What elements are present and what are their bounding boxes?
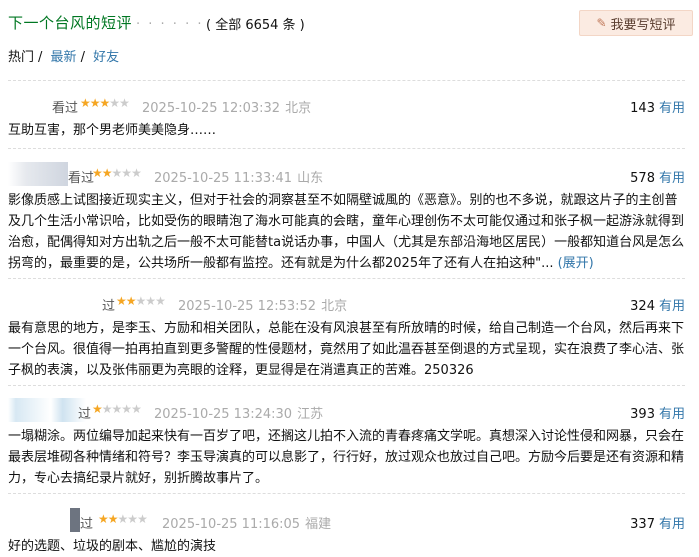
rating-stars: ★★★★★ [92,166,142,180]
rating-stars: ★★★★★ [116,294,166,308]
star-filled-icon: ★ [101,166,113,180]
divider [8,278,685,279]
star-empty-icon: ★ [109,96,120,110]
review-content: 一塌糊涂。两位编导加起来快有一百岁了吧，还搁这儿拍不入流的青春疼痛文学呢。真想深… [8,429,685,486]
star-filled-icon: ★ [125,294,137,308]
useful-button[interactable]: 有用 [659,407,685,422]
star-empty-icon: ★ [119,96,130,110]
avatar[interactable] [8,398,86,422]
divider [8,493,685,494]
vote-count: 324 [630,299,655,314]
vote-count: 393 [630,407,655,422]
star-filled-icon: ★ [99,96,111,110]
review-content: 互助互害，那个男老师美美隐身…… [8,123,217,138]
review-location: 江苏 [297,407,324,422]
divider [8,148,685,149]
review-status: 过 [78,407,92,422]
review-time: 2025-10-25 12:53:52 北京 [178,299,348,314]
vote-area: 324 有用 [630,295,685,314]
vote-count: 337 [630,517,655,532]
review-location: 北京 [285,101,312,116]
comment-count: ( 全部 6654 条 ) [206,18,305,33]
pencil-icon: ✎ [596,16,607,30]
title-dots: · · · · · · [136,17,204,32]
vote-count: 143 [630,101,655,116]
star-filled-icon: ★ [116,294,127,308]
sort-filters: 热门 / 最新 / 好友 [8,46,119,65]
page-title: 下一个台风的短评 · · · · · · [8,14,204,32]
star-empty-icon: ★ [101,402,113,416]
star-empty-icon: ★ [127,512,138,526]
useful-button[interactable]: 有用 [659,299,685,314]
review-content: 最有意思的地方，是李玉、方励和相关团队，总能在没有风浪甚至有所放晴的时候，给自己… [8,321,685,378]
rating-stars: ★★★★★ [98,512,148,526]
vote-area: 393 有用 [630,403,685,422]
filter-latest[interactable]: 最新 [51,50,77,65]
review-status: 看过 [68,171,95,186]
review-time: 2025-10-25 11:16:05 福建 [162,517,332,532]
rating-stars: ★★★★★ [80,96,130,110]
review-item: 看过 ★★★★★ 2025-10-25 11:33:41 山东 578 有用 影像质… [8,162,685,274]
useful-button[interactable]: 有用 [659,101,685,116]
filter-separator: / [80,50,85,65]
write-review-label: 我要写短评 [610,17,676,33]
star-empty-icon: ★ [111,402,123,416]
review-status: 过 [80,517,94,532]
star-filled-icon: ★ [107,512,119,526]
divider [8,385,685,386]
useful-button[interactable]: 有用 [659,171,685,186]
star-filled-icon: ★ [89,96,101,110]
filter-hot[interactable]: 热门 [8,50,34,65]
review-item: 过 ★★★★★ 2025-10-25 13:24:30 江苏 393 有用 一塌糊涂… [8,398,685,489]
comments-header: 下一个台风的短评 · · · · · · ( 全部 6654 条 ) ✎ 我要写短… [8,10,693,38]
star-empty-icon: ★ [155,294,166,308]
star-filled-icon: ★ [92,166,103,180]
star-empty-icon: ★ [121,402,132,416]
review-item: 看过 ★★★★★ 2025-10-25 12:03:32 北京 143 有用 互助互… [8,96,685,141]
filter-friends[interactable]: 好友 [93,50,119,65]
star-filled-icon: ★ [98,512,109,526]
divider [8,80,685,81]
star-empty-icon: ★ [137,512,148,526]
review-item: 过 ★★★★★ 2025-10-25 11:16:05 福建 337 有用 好的选题… [8,508,685,557]
vote-count: 578 [630,171,655,186]
review-time: 2025-10-25 12:03:32 北京 [142,101,312,116]
review-item: 过 ★★★★★ 2025-10-25 12:53:52 北京 324 有用 最有意思… [8,294,685,381]
review-time: 2025-10-25 13:24:30 江苏 [154,407,324,422]
vote-area: 143 有用 [630,97,685,116]
rating-stars: ★★★★★ [92,402,142,416]
useful-button[interactable]: 有用 [659,517,685,532]
star-empty-icon: ★ [131,166,142,180]
write-review-button[interactable]: ✎ 我要写短评 [579,10,693,36]
star-empty-icon: ★ [111,166,123,180]
star-filled-icon: ★ [80,96,91,110]
vote-area: 578 有用 [630,167,685,186]
star-empty-icon: ★ [117,512,129,526]
star-empty-icon: ★ [145,294,156,308]
review-status: 看过 [52,101,79,116]
review-time: 2025-10-25 11:33:41 山东 [154,171,324,186]
review-location: 山东 [297,171,324,186]
filter-separator: / [38,50,43,65]
review-status: 过 [102,299,116,314]
star-empty-icon: ★ [121,166,132,180]
avatar[interactable] [8,162,68,186]
avatar[interactable] [70,508,80,532]
review-location: 福建 [305,517,332,532]
star-empty-icon: ★ [135,294,147,308]
review-content: 影像质感上试图接近现实主义，但对于社会的洞察甚至不如隔壁诚風的《恶意》。别的也不… [8,193,685,271]
vote-area: 337 有用 [630,513,685,532]
review-location: 北京 [321,299,348,314]
star-filled-icon: ★ [92,402,103,416]
expand-link[interactable]: (展开) [558,256,594,271]
star-empty-icon: ★ [131,402,142,416]
